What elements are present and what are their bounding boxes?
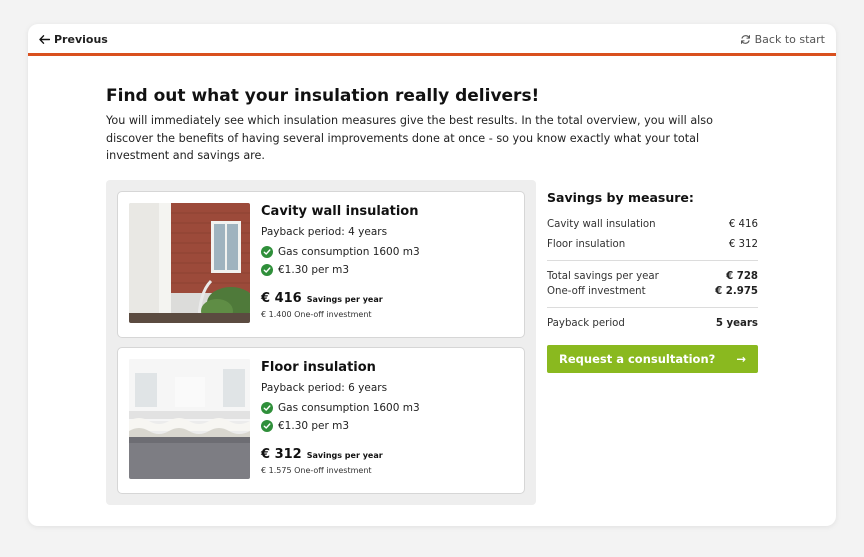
summary-row-label: One-off investment [547, 286, 646, 297]
summary-row-value: € 2.975 [715, 286, 758, 297]
floor-insulation-photo [129, 359, 250, 479]
check-circle-icon [261, 264, 273, 276]
measure-check-item: Gas consumption 1600 m3 [261, 402, 420, 414]
main-card: Previous Back to start Find out what you… [28, 24, 836, 526]
measure-name: Cavity wall insulation [261, 204, 419, 219]
measure-name: Floor insulation [261, 360, 376, 375]
check-label: Gas consumption 1600 m3 [278, 246, 420, 258]
summary-row-value: 5 years [715, 318, 758, 329]
check-label: €1.30 per m3 [278, 420, 350, 432]
summary-divider [547, 307, 758, 308]
summary-payback: Payback period 5 years [547, 316, 758, 331]
summary-row-value: € 312 [728, 239, 758, 250]
measure-payback: Payback period: 6 years [261, 382, 388, 394]
summary-row-label: Floor insulation [547, 239, 626, 250]
check-label: €1.30 per m3 [278, 264, 350, 276]
cavity-wall-photo [129, 203, 250, 323]
measure-card-cavity-wall: Cavity wall insulation Payback period: 4… [117, 191, 525, 338]
summary-total-savings: Total savings per year € 728 [547, 269, 758, 284]
back-to-start-label: Back to start [754, 33, 825, 46]
savings-amount: € 312 [261, 447, 302, 462]
measure-check-item: €1.30 per m3 [261, 420, 349, 432]
summary-row-label: Cavity wall insulation [547, 219, 656, 230]
request-consultation-button[interactable]: Request a consultation? → [547, 345, 758, 373]
check-circle-icon [261, 246, 273, 258]
check-circle-icon [261, 420, 273, 432]
measure-check-item: Gas consumption 1600 m3 [261, 246, 420, 258]
summary-row-label: Payback period [547, 318, 625, 329]
summary-row: Cavity wall insulation € 416 [547, 217, 758, 232]
previous-button[interactable]: Previous [39, 33, 108, 46]
summary-row-label: Total savings per year [547, 271, 659, 282]
arrow-left-icon [39, 35, 50, 44]
measure-savings: € 416 Savings per year [261, 291, 383, 306]
measure-check-item: €1.30 per m3 [261, 264, 349, 276]
page-title: Find out what your insulation really del… [106, 86, 540, 106]
check-label: Gas consumption 1600 m3 [278, 402, 420, 414]
previous-label: Previous [54, 33, 108, 46]
measure-savings: € 312 Savings per year [261, 447, 383, 462]
savings-amount: € 416 [261, 291, 302, 306]
measures-panel: Cavity wall insulation Payback period: 4… [106, 180, 536, 505]
summary-row-value: € 728 [726, 271, 758, 282]
measure-investment: € 1.400 One-off investment [261, 310, 372, 319]
measure-investment: € 1.575 One-off investment [261, 466, 372, 475]
summary-row-value: € 416 [728, 219, 758, 230]
savings-summary: Savings by measure: Cavity wall insulati… [547, 190, 758, 331]
measure-card-floor: Floor insulation Payback period: 6 years… [117, 347, 525, 494]
summary-row: Floor insulation € 312 [547, 237, 758, 252]
measure-payback: Payback period: 4 years [261, 226, 388, 238]
summary-title: Savings by measure: [547, 190, 694, 205]
back-to-start-button[interactable]: Back to start [740, 33, 825, 46]
page-intro: You will immediately see which insulatio… [106, 114, 713, 162]
summary-divider [547, 260, 758, 261]
savings-label: Savings per year [306, 451, 383, 460]
summary-investment: One-off investment € 2.975 [547, 284, 758, 299]
arrow-right-icon: → [736, 352, 746, 366]
top-bar: Previous Back to start [28, 24, 836, 56]
refresh-icon [740, 35, 750, 44]
check-circle-icon [261, 402, 273, 414]
cta-label: Request a consultation? [559, 352, 716, 366]
savings-label: Savings per year [306, 295, 383, 304]
